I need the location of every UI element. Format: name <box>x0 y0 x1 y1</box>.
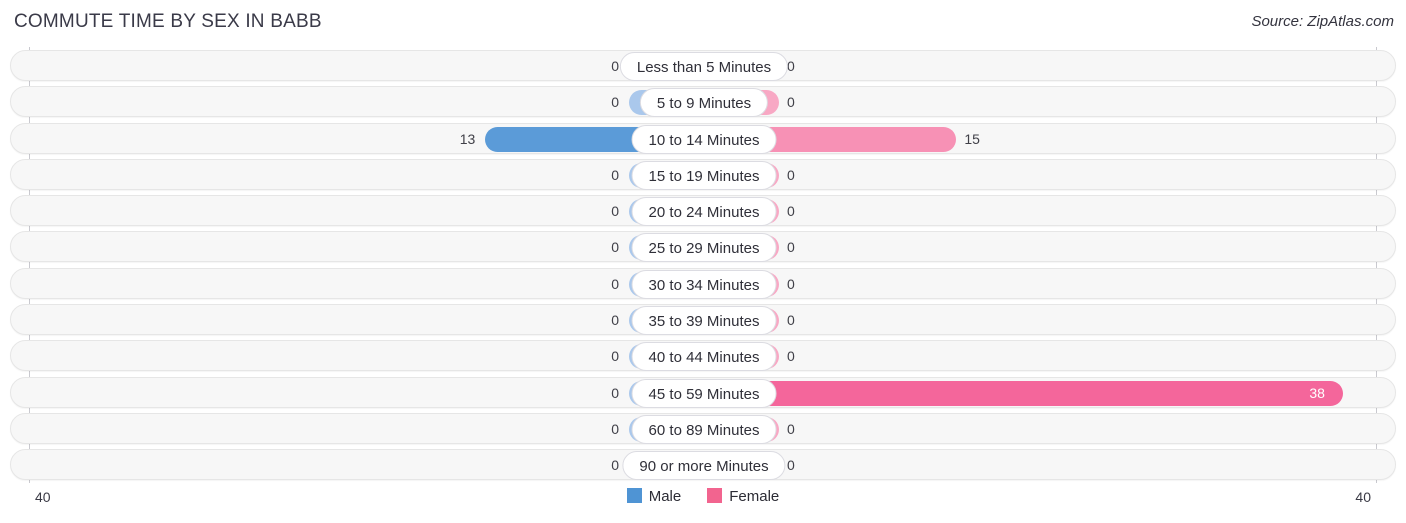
bar-value-male: 0 <box>611 311 619 328</box>
bar-value-male: 13 <box>459 130 476 147</box>
bar-value-male: 0 <box>611 94 619 111</box>
category-label: 30 to 34 Minutes <box>631 269 777 299</box>
category-label: 60 to 89 Minutes <box>631 414 777 444</box>
bar-value-male: 0 <box>611 275 619 292</box>
bar-value-male: 0 <box>611 239 619 256</box>
bar-value-female: 0 <box>787 58 795 74</box>
table-row: 0 0 90 or more Minutes <box>10 449 1396 481</box>
category-label: Less than 5 Minutes <box>619 52 789 81</box>
table-row: 0 0 35 to 39 Minutes <box>10 303 1396 335</box>
legend-label: Female <box>729 488 780 505</box>
bar-value-female: 0 <box>787 94 795 111</box>
bar-female <box>704 380 1344 406</box>
bar-value-female: 0 <box>787 457 795 474</box>
table-row: 13 15 10 to 14 Minutes <box>10 122 1396 154</box>
bar-value-male: 0 <box>611 58 619 74</box>
bar-value-male: 0 <box>611 166 619 183</box>
category-label: 90 or more Minutes <box>622 451 786 481</box>
bar-value-female: 15 <box>964 130 980 147</box>
bar-value-female: 0 <box>787 311 795 328</box>
bar-value-female: 0 <box>787 166 795 183</box>
chart-footer: 40 40 Male Female <box>0 483 1406 523</box>
legend-swatch-icon <box>707 488 723 503</box>
legend-label: Male <box>648 488 682 505</box>
category-label: 40 to 44 Minutes <box>631 342 777 372</box>
category-label: 15 to 19 Minutes <box>631 160 777 190</box>
table-row: 0 0 25 to 29 Minutes <box>10 231 1396 263</box>
category-label: 25 to 29 Minutes <box>631 233 777 263</box>
bar-value-female: 38 <box>1309 384 1325 401</box>
category-label: 20 to 24 Minutes <box>631 197 777 227</box>
bar-value-male: 0 <box>611 203 619 220</box>
legend-swatch-icon <box>626 488 642 503</box>
legend-item-female[interactable]: Female <box>707 488 779 505</box>
table-row: 0 38 45 to 59 Minutes <box>10 376 1396 408</box>
bar-value-female: 0 <box>787 275 795 292</box>
category-label: 45 to 59 Minutes <box>631 378 777 408</box>
table-row: 0 0 20 to 24 Minutes <box>10 195 1396 227</box>
table-row: 0 0 5 to 9 Minutes <box>10 86 1396 118</box>
bar-value-female: 0 <box>787 420 795 437</box>
table-row: 0 0 40 to 44 Minutes <box>10 340 1396 372</box>
source-attribution: Source: ZipAtlas.com <box>1251 13 1394 30</box>
table-row: 0 0 15 to 19 Minutes <box>10 158 1396 190</box>
chart-plot-area: 0 0 Less than 5 Minutes 0 0 5 to 9 Minutes 13 1… <box>0 47 1406 483</box>
legend-item-male[interactable]: Male <box>626 488 682 505</box>
table-row: 0 0 Less than 5 Minutes <box>10 50 1396 81</box>
table-row: 0 0 30 to 34 Minutes <box>10 267 1396 299</box>
chart-header: COMMUTE TIME BY SEX IN BABB Source: ZipA… <box>0 0 1406 45</box>
category-label: 5 to 9 Minutes <box>639 88 769 118</box>
bar-value-female: 0 <box>787 348 795 365</box>
page-title: COMMUTE TIME BY SEX IN BABB <box>14 11 322 32</box>
category-label: 10 to 14 Minutes <box>631 124 777 154</box>
bar-value-male: 0 <box>611 384 619 401</box>
bar-value-male: 0 <box>611 348 619 365</box>
table-row: 0 0 60 to 89 Minutes <box>10 412 1396 444</box>
bar-value-female: 0 <box>787 203 795 220</box>
bar-value-male: 0 <box>611 457 619 474</box>
bar-value-female: 0 <box>787 239 795 256</box>
chart-legend: Male Female <box>0 488 1406 505</box>
category-label: 35 to 39 Minutes <box>631 305 777 335</box>
bar-value-male: 0 <box>611 420 619 437</box>
